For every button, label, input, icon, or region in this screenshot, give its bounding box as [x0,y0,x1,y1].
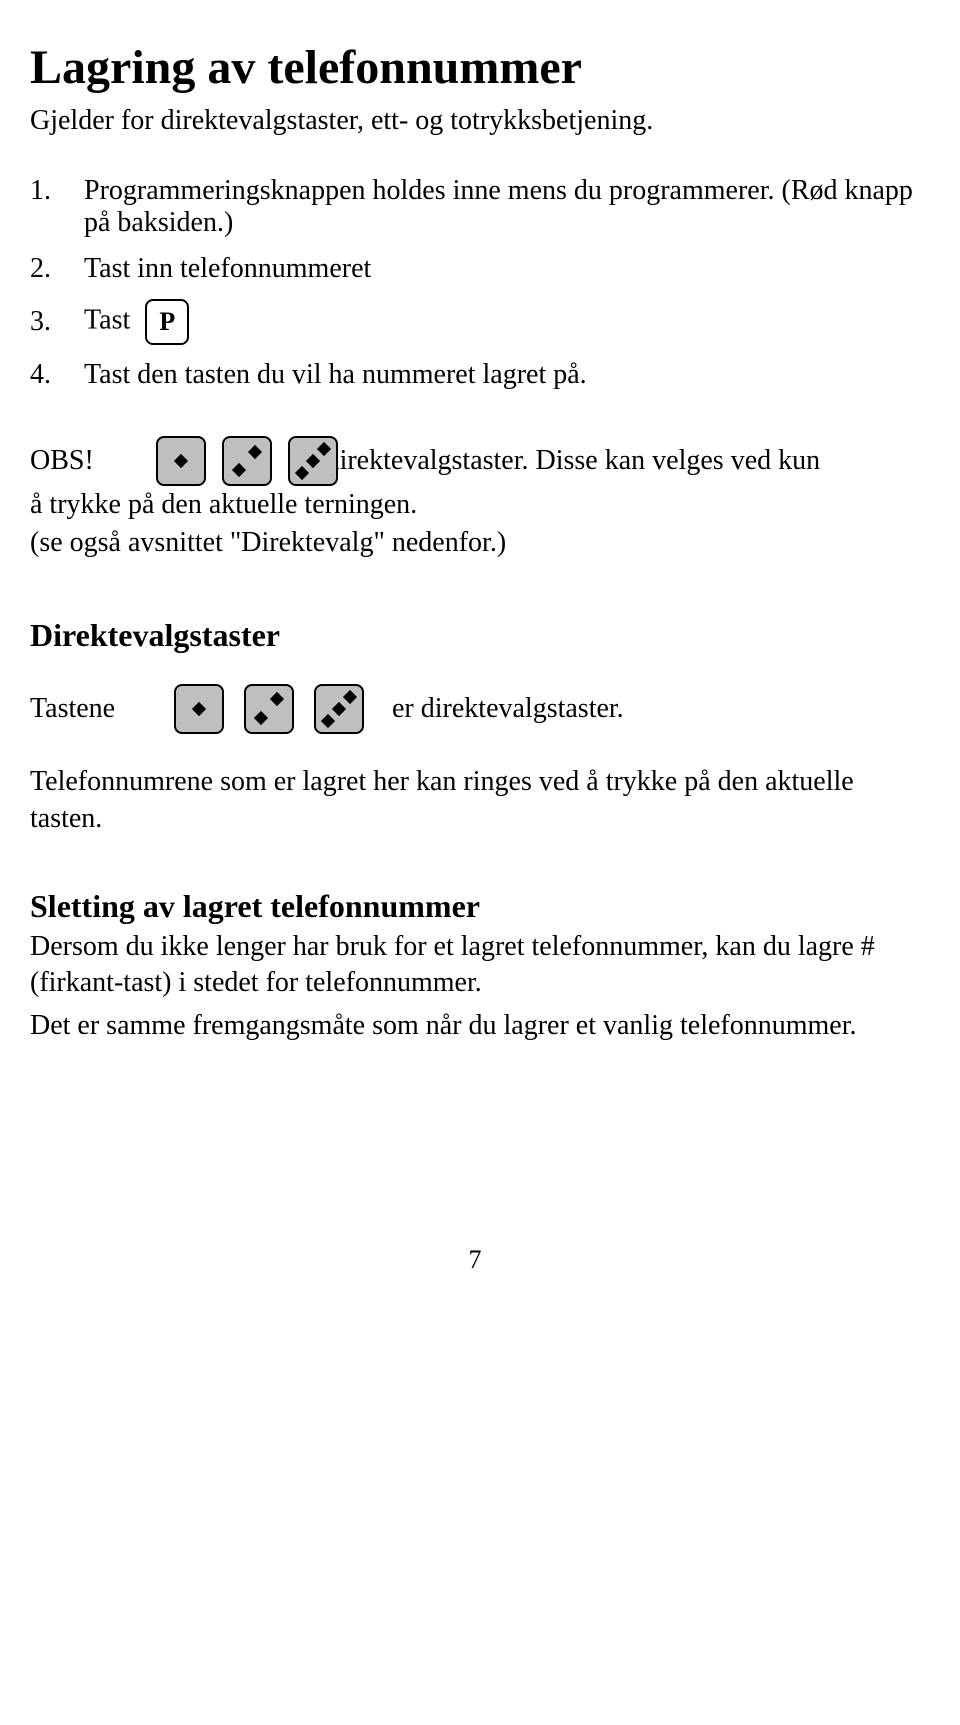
step-3: 3. Tast P [30,299,920,345]
tastene-row: Tastene er direktevalgstaster. [30,684,920,734]
step-number: 1. [30,175,84,207]
page-title: Lagring av telefonnummer [30,40,920,95]
dice-group [170,684,368,734]
die-3-icon [314,684,364,734]
section2-body: Telefonnumrene som er lagret her kan rin… [30,764,920,838]
section3-p2: Det er samme fremgangsmåte som når du la… [30,1008,920,1045]
step-4: 4. Tast den tasten du vil ha nummeret la… [30,359,920,391]
step-number: 3. [30,306,84,338]
die-1-icon [174,684,224,734]
page-number: 7 [30,1245,920,1275]
subtitle-text: Gjelder for direktevalgstaster, ett- og … [30,105,920,137]
tastene-tail-text: er direktevalgstaster. [392,693,624,725]
dice-group [154,436,340,486]
step-text: Tast inn telefonnummeret [84,253,920,285]
obs-label: OBS! [30,442,94,480]
step-text: Tast den tasten du vil ha nummeret lagre… [84,359,920,391]
step-text: Tast P [84,299,920,345]
section3-p1: Dersom du ikke lenger har bruk for et la… [30,929,920,1003]
die-2-icon [244,684,294,734]
section-heading-direktevalgstaster: Direktevalgstaster [30,617,920,654]
obs-line2: å trykke på den aktuelle terningen. [30,486,920,524]
step-text-inner: Tast [84,304,130,335]
obs-text-fragment: lirektevalgstaster. Disse kan velges ved… [332,442,820,480]
obs-line3: (se også avsnittet "Direktevalg" nedenfo… [30,524,920,562]
obs-block: OBS! lirektevalgstaster. Disse kan velge… [30,436,920,562]
die-3-icon [288,436,338,486]
step-text: Programmeringsknappen holdes inne mens d… [84,175,920,239]
step-1: 1. Programmeringsknappen holdes inne men… [30,175,920,239]
step-2: 2. Tast inn telefonnummeret [30,253,920,285]
p-key-icon: P [145,299,189,345]
step-number: 2. [30,253,84,285]
tastene-label: Tastene [30,693,170,725]
die-1-icon [156,436,206,486]
die-2-icon [222,436,272,486]
section-heading-sletting: Sletting av lagret telefonnummer [30,888,920,925]
step-number: 4. [30,359,84,391]
